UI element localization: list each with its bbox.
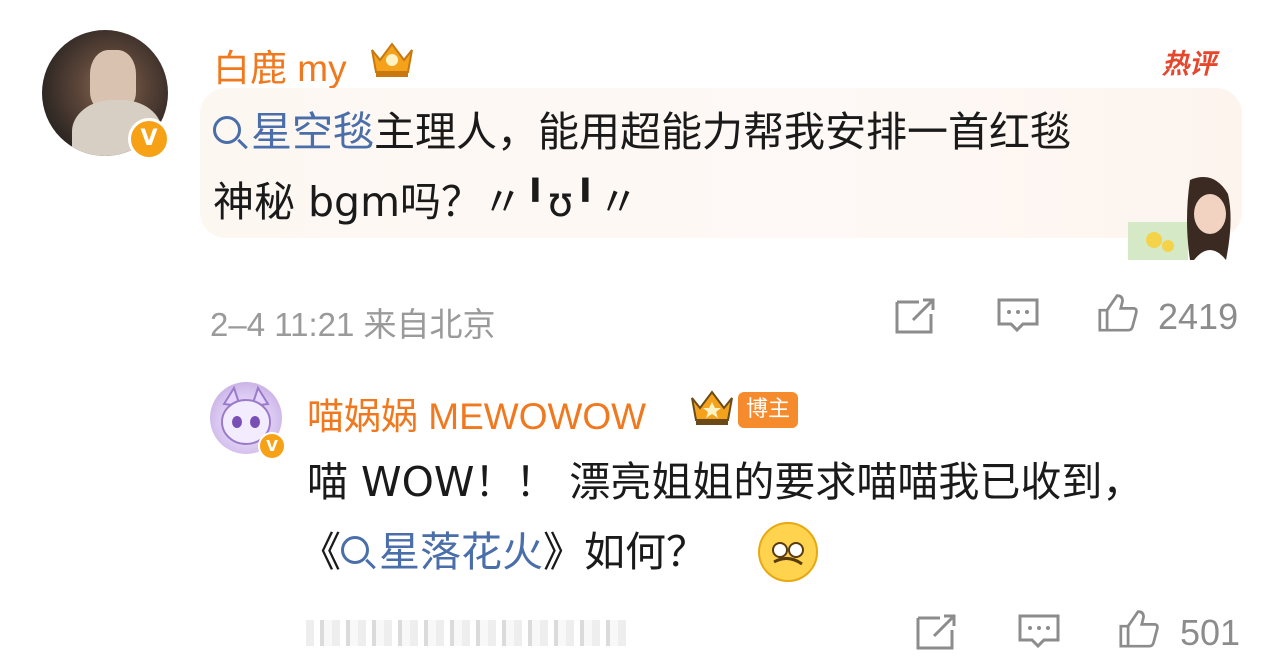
like-icon[interactable]: [1116, 608, 1162, 648]
crown-icon: [691, 390, 733, 425]
hot-comment-label: 热评: [1162, 49, 1216, 80]
comment-text-line2: 神秘 bgm吗？〃╹ʊ╹〃: [213, 178, 639, 226]
reply-text-line2: 《星落花火》如何？: [300, 528, 707, 576]
reply-text-line1: 喵 WOW！！ 漂亮姐姐的要求喵喵我已收到，: [307, 458, 1144, 506]
comment-icon[interactable]: [1016, 612, 1062, 652]
comment-icon[interactable]: [995, 296, 1041, 336]
share-icon[interactable]: [914, 612, 960, 652]
blurred-text: [306, 620, 626, 646]
search-icon: [341, 536, 369, 564]
topic-link[interactable]: 星落花火: [341, 528, 543, 576]
topic-link[interactable]: 星空毯: [213, 108, 374, 156]
reply-username[interactable]: 喵娲娲 MEWOWOW: [307, 386, 646, 440]
decoration-portrait: [1128, 177, 1231, 260]
share-icon[interactable]: [893, 296, 939, 336]
verified-icon: V: [258, 432, 286, 460]
search-icon: [213, 116, 241, 144]
comment-text-line1: 星空毯主理人，能用超能力帮我安排一首红毯: [213, 98, 1071, 166]
verified-icon: V: [128, 118, 170, 160]
like-count: 501: [1180, 612, 1241, 653]
facepalm-emoji: [758, 522, 818, 582]
like-icon[interactable]: [1095, 292, 1141, 332]
comment-meta: 2–4 11:21 来自北京: [210, 306, 496, 343]
like-count: 2419: [1158, 296, 1239, 337]
crown-icon: [371, 42, 413, 77]
author-badge: 博主: [738, 392, 799, 428]
comment-username[interactable]: 白鹿 my: [213, 38, 347, 92]
